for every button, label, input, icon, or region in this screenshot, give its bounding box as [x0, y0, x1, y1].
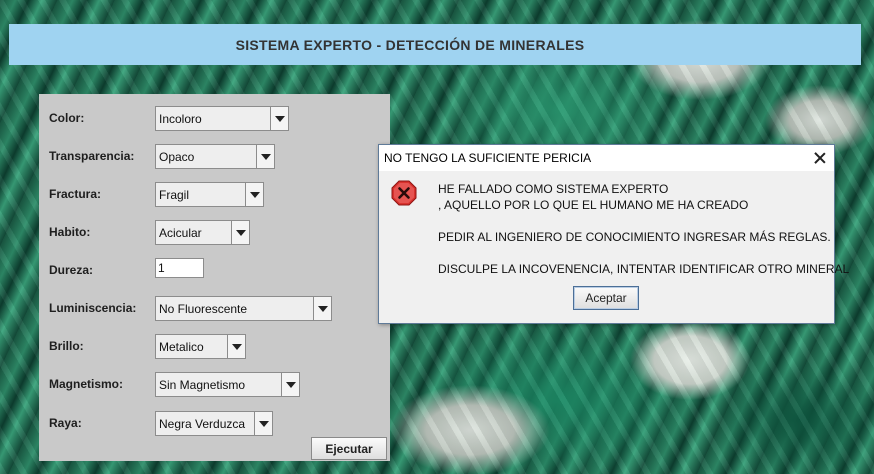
habito-label: Habito:	[49, 225, 91, 239]
magnetismo-select[interactable]: Sin Magnetismo	[155, 372, 300, 397]
chevron-down-icon	[231, 343, 242, 350]
error-icon	[391, 180, 417, 206]
raya-dropdown-button[interactable]	[254, 412, 272, 435]
habito-select-value: Acicular	[159, 225, 202, 240]
chevron-down-icon	[235, 229, 246, 236]
luminiscencia-label: Luminiscencia:	[49, 301, 137, 315]
dialog-message-line: HE FALLADO COMO SISTEMA EXPERTO	[438, 182, 669, 196]
form-panel: Color: Incoloro Transparencia: Opaco Fra…	[39, 94, 390, 461]
dureza-label: Dureza:	[49, 263, 94, 277]
dialog-message-line: , AQUELLO POR LO QUE EL HUMANO ME HA CRE…	[438, 198, 749, 212]
brillo-select[interactable]: Metalico	[155, 334, 246, 359]
dureza-input[interactable]	[155, 258, 204, 278]
fractura-select[interactable]: Fragil	[155, 182, 264, 207]
raya-label: Raya:	[49, 416, 82, 430]
brillo-label: Brillo:	[49, 339, 84, 353]
color-select-value: Incoloro	[159, 111, 202, 126]
magnetismo-dropdown-button[interactable]	[281, 373, 299, 396]
accept-button[interactable]: Aceptar	[573, 286, 639, 310]
chevron-down-icon	[258, 420, 269, 427]
fractura-select-value: Fragil	[159, 187, 190, 202]
close-icon[interactable]	[812, 150, 828, 166]
error-dialog: NO TENGO LA SUFICIENTE PERICIA HE FALLAD…	[378, 144, 849, 324]
chevron-down-icon	[249, 191, 260, 198]
transparencia-select[interactable]: Opaco	[155, 144, 275, 169]
brillo-dropdown-button[interactable]	[227, 335, 245, 358]
habito-select[interactable]: Acicular	[155, 220, 250, 245]
chevron-down-icon	[274, 115, 285, 122]
luminiscencia-select-value: No Fluorescente	[159, 301, 248, 316]
dialog-titlebar: NO TENGO LA SUFICIENTE PERICIA	[379, 145, 834, 171]
transparencia-dropdown-button[interactable]	[256, 145, 274, 168]
dialog-title: NO TENGO LA SUFICIENTE PERICIA	[384, 151, 592, 165]
magnetismo-label: Magnetismo:	[49, 377, 124, 391]
color-select[interactable]: Incoloro	[155, 106, 289, 131]
luminiscencia-dropdown-button[interactable]	[313, 297, 331, 320]
magnetismo-select-value: Sin Magnetismo	[159, 377, 246, 392]
fractura-dropdown-button[interactable]	[245, 183, 263, 206]
chevron-down-icon	[260, 153, 271, 160]
fractura-label: Fractura:	[49, 187, 102, 201]
color-dropdown-button[interactable]	[270, 107, 288, 130]
header-bar: SISTEMA EXPERTO - DETECCIÓN DE MINERALES	[9, 24, 861, 65]
brillo-select-value: Metalico	[159, 339, 204, 354]
transparencia-select-value: Opaco	[159, 149, 195, 164]
habito-dropdown-button[interactable]	[231, 221, 249, 244]
app-title: SISTEMA EXPERTO - DETECCIÓN DE MINERALES	[235, 36, 585, 53]
luminiscencia-select[interactable]: No Fluorescente	[155, 296, 332, 321]
dialog-message-line: PEDIR AL INGENIERO DE CONOCIMIENTO INGRE…	[438, 230, 831, 244]
chevron-down-icon	[285, 381, 296, 388]
chevron-down-icon	[317, 305, 328, 312]
raya-select-value: Negra Verduzca	[159, 416, 246, 431]
transparencia-label: Transparencia:	[49, 149, 135, 163]
color-label: Color:	[49, 111, 85, 125]
raya-select[interactable]: Negra Verduzca	[155, 411, 273, 436]
dialog-message-line: DISCULPE LA INCOVENENCIA, INTENTAR IDENT…	[438, 262, 850, 276]
execute-button[interactable]: Ejecutar	[311, 437, 387, 460]
